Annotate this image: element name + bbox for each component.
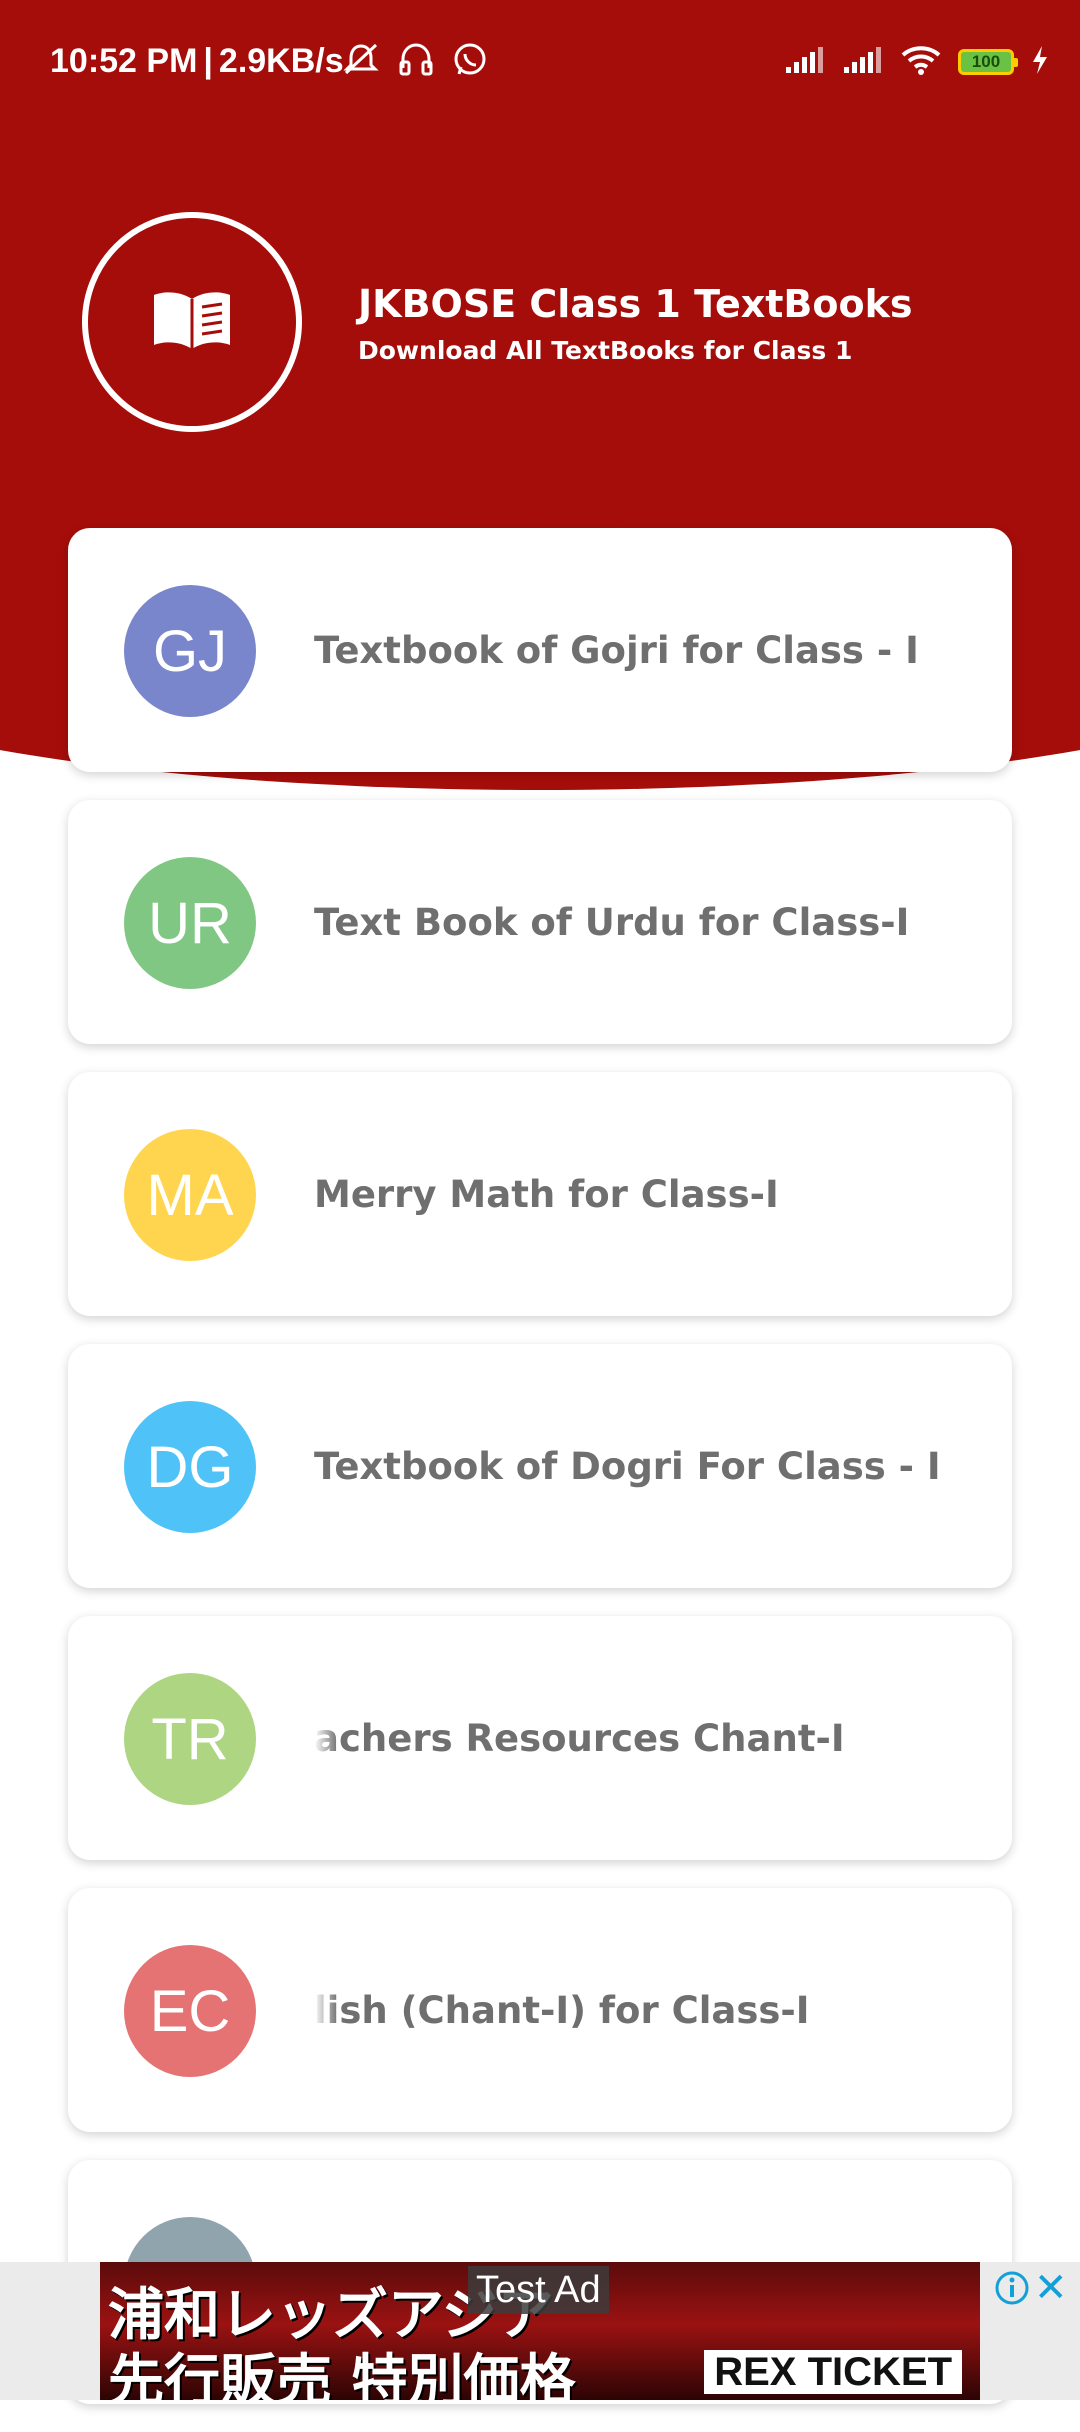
charging-icon	[1030, 45, 1050, 79]
textbook-title: Text Book of Urdu for Class-I	[314, 900, 910, 944]
app-subtitle: Download All TextBooks for Class 1	[358, 336, 853, 365]
textbook-title: Merry Math for Class-I	[314, 1172, 779, 1216]
headset-icon	[398, 42, 434, 82]
muted-bell-icon	[342, 42, 380, 82]
textbook-title: lish (Chant-I) for Class-I	[314, 1988, 810, 2032]
whatsapp-icon	[452, 42, 488, 82]
avatar: GJ	[124, 585, 256, 717]
textbook-card-dogri[interactable]: DG Textbook of Dogri For Class - I	[68, 1344, 1012, 1588]
ad-brand: REX TICKET	[704, 2350, 962, 2394]
wifi-icon	[900, 44, 942, 80]
ad-subheadline: 先行販売 特別価格	[108, 2349, 576, 2400]
status-text: 10:52 PM | 2.9KB/s	[50, 42, 344, 81]
avatar: DG	[124, 1401, 256, 1533]
open-book-icon	[150, 289, 234, 355]
network-speed: 2.9KB/s	[218, 42, 344, 80]
battery-level: 100	[971, 52, 1001, 71]
signal-icon	[784, 45, 826, 79]
textbook-list[interactable]: GJ Textbook of Gojri for Class - I UR Te…	[68, 528, 1012, 2432]
textbook-card-gojri[interactable]: GJ Textbook of Gojri for Class - I	[68, 528, 1012, 772]
app-logo	[82, 212, 302, 432]
avatar: EC	[124, 1945, 256, 2077]
textbook-card-urdu[interactable]: UR Text Book of Urdu for Class-I	[68, 800, 1012, 1044]
ad-info-icon[interactable]	[994, 2270, 1030, 2310]
textbook-title: achers Resources Chant-I	[314, 1716, 845, 1760]
ad-close-icon[interactable]: ✕	[1034, 2268, 1068, 2308]
test-ad-label: Test Ad	[468, 2266, 609, 2314]
textbook-card-math[interactable]: MA Merry Math for Class-I	[68, 1072, 1012, 1316]
textbook-card-english-chant[interactable]: EC lish (Chant-I) for Class-I	[68, 1888, 1012, 2132]
avatar: TR	[124, 1673, 256, 1805]
status-time: 10:52 PM	[50, 42, 198, 80]
signal-icon	[842, 45, 884, 79]
textbook-card-teachers-resources[interactable]: TR achers Resources Chant-I	[68, 1616, 1012, 1860]
avatar: UR	[124, 857, 256, 989]
ad-banner[interactable]: 浦和レッズアジア 先行販売 特別価格 Test Ad REX TICKET	[100, 2262, 980, 2400]
app-title: JKBOSE Class 1 TextBooks	[358, 282, 913, 326]
textbook-title: Textbook of Dogri For Class - I	[314, 1444, 941, 1488]
avatar: MA	[124, 1129, 256, 1261]
battery-icon: 100	[958, 49, 1018, 75]
ad-container: 浦和レッズアジア 先行販売 特別価格 Test Ad REX TICKET ✕	[0, 2262, 1080, 2400]
status-bar: 10:52 PM | 2.9KB/s 100	[0, 0, 1080, 128]
textbook-title: Textbook of Gojri for Class - I	[314, 628, 919, 672]
status-separator: |	[203, 42, 213, 80]
